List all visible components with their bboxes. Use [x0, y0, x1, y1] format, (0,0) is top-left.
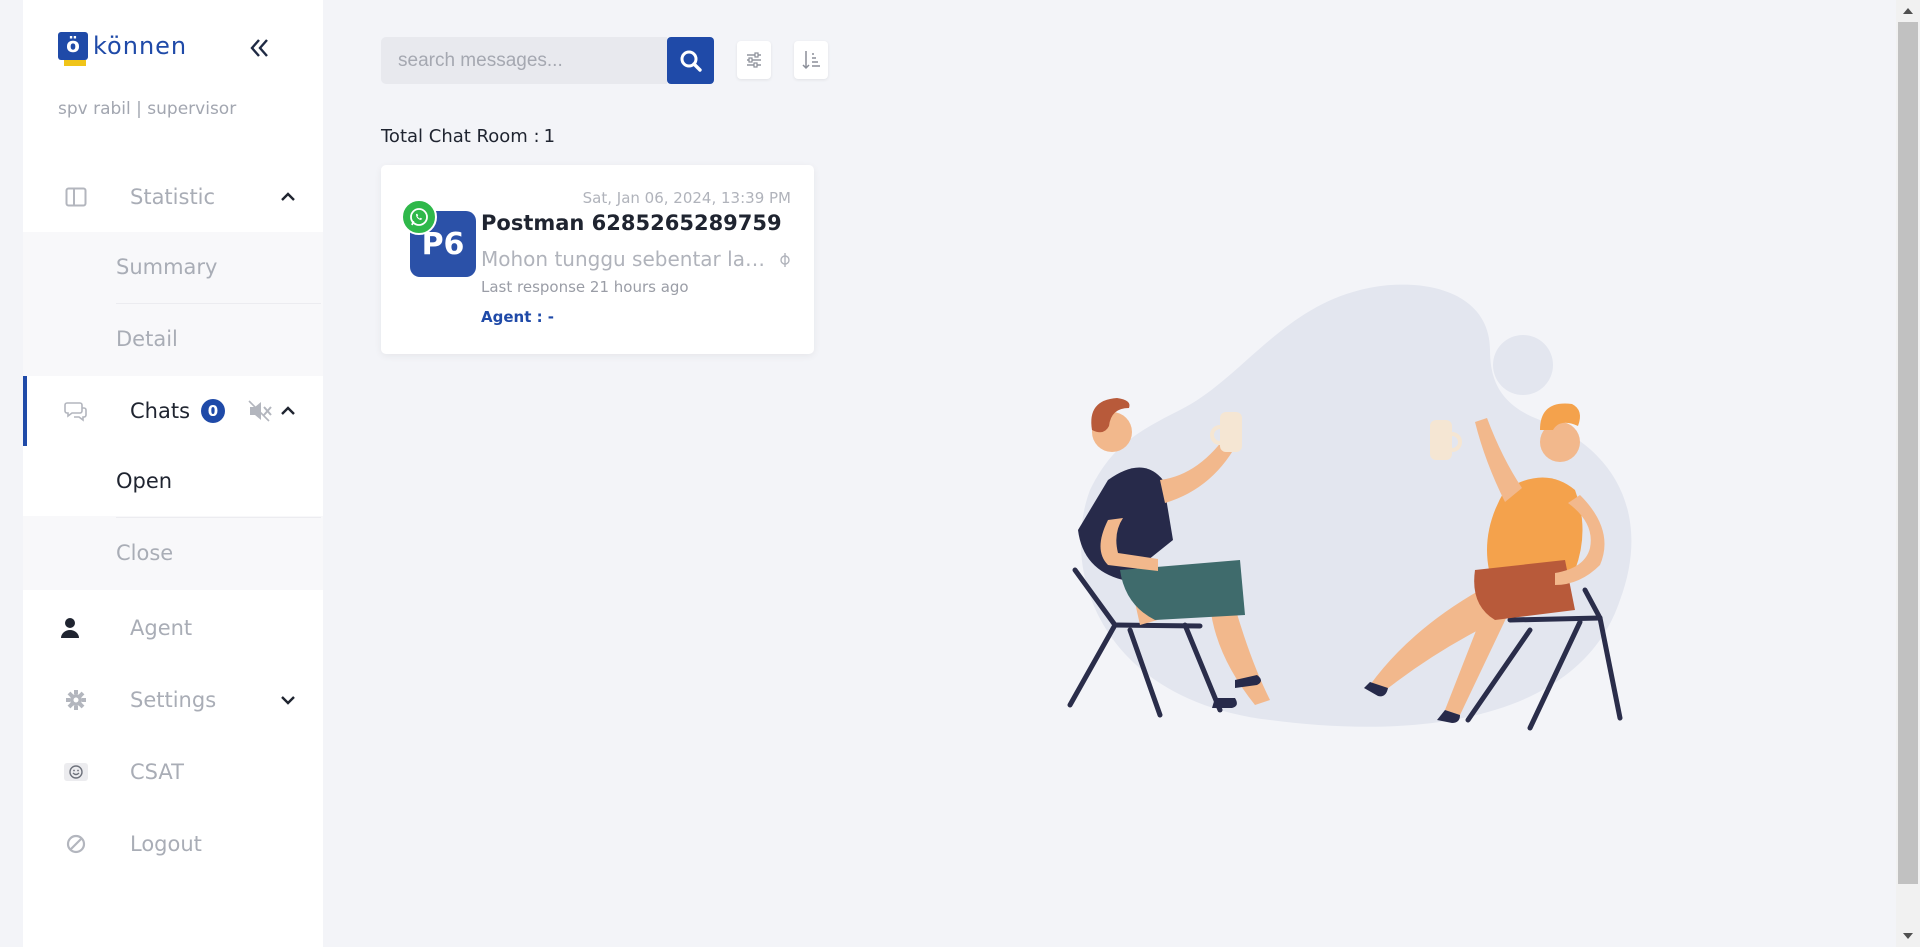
search-icon: [680, 50, 702, 72]
collapse-sidebar-button[interactable]: [239, 30, 279, 66]
sort-button[interactable]: [794, 41, 828, 79]
nav-settings[interactable]: Settings: [23, 665, 323, 735]
chevron-up-icon[interactable]: [278, 187, 298, 207]
volume-mute-icon[interactable]: [247, 398, 273, 424]
chat-timestamp: Sat, Jan 06, 2024, 13:39 PM: [582, 189, 791, 207]
nav-chats[interactable]: Chats 0: [23, 376, 323, 446]
chat-room-card[interactable]: Sat, Jan 06, 2024, 13:39 PM P6 Postman 6…: [381, 165, 814, 354]
brand-name: können: [93, 32, 188, 60]
total-label-text: Total Chat Room :: [381, 126, 540, 147]
sliders-icon: [747, 52, 761, 68]
sidebar: ö können spv rabil | supervisor Statisti…: [23, 0, 323, 947]
nav-statistic-label: Statistic: [130, 185, 216, 209]
chat-bubbles-icon: [63, 398, 89, 424]
statistic-submenu: Summary Detail: [23, 232, 323, 376]
user-icon: [57, 615, 83, 641]
contact-name: Postman 6285265289759: [481, 211, 782, 235]
gear-icon: [63, 687, 89, 713]
nav-detail[interactable]: Detail: [23, 304, 323, 374]
nav-statistic[interactable]: Statistic: [23, 162, 323, 232]
filter-button[interactable]: [737, 41, 771, 79]
nav-open[interactable]: Open: [23, 446, 323, 516]
scrollbar-thumb[interactable]: [1898, 22, 1918, 884]
nav-summary[interactable]: Summary: [23, 232, 323, 302]
nav-logout-label: Logout: [130, 832, 202, 856]
last-response-time: Last response 21 hours ago: [481, 278, 689, 296]
nav-summary-label: Summary: [116, 255, 218, 279]
assigned-agent: Agent : -: [481, 308, 555, 326]
nav-agent[interactable]: Agent: [23, 593, 323, 663]
search-button[interactable]: [667, 37, 714, 84]
left-gutter: [0, 0, 23, 947]
nav-logout[interactable]: Logout: [23, 809, 323, 879]
nav-settings-label: Settings: [130, 688, 217, 712]
sort-descending-icon: [802, 51, 820, 70]
triangle-down-icon: [1903, 933, 1913, 939]
columns-icon: [63, 184, 89, 210]
empty-state-illustration: [1067, 284, 1632, 731]
ban-icon: [63, 831, 89, 857]
nav-csat[interactable]: CSAT: [23, 737, 323, 807]
chats-count-badge: 0: [201, 399, 225, 423]
whatsapp-icon: [401, 199, 437, 235]
nav-csat-label: CSAT: [130, 760, 184, 784]
total-count: 1: [543, 126, 556, 147]
nav-close-label: Close: [116, 541, 174, 565]
last-message-preview: Mohon tunggu sebentar lagi...: [481, 247, 771, 271]
search-input[interactable]: [381, 37, 667, 84]
chevron-up-icon[interactable]: [278, 401, 298, 421]
user-role-label: spv rabil | supervisor: [58, 99, 237, 119]
nav-open-label: Open: [116, 469, 173, 493]
total-chat-room-label: Total Chat Room :1: [381, 126, 555, 147]
smiley-icon: [63, 759, 89, 785]
triangle-up-icon: [1903, 8, 1913, 14]
nav-agent-label: Agent: [130, 616, 193, 640]
pin-icon[interactable]: [776, 250, 794, 270]
chats-submenu: Open Close: [23, 446, 323, 590]
scroll-down-button[interactable]: [1896, 925, 1920, 947]
chevron-down-icon[interactable]: [278, 690, 298, 710]
logo-mark: ö: [58, 32, 88, 66]
scroll-up-button[interactable]: [1896, 0, 1920, 22]
nav-detail-label: Detail: [116, 327, 178, 351]
brand-logo[interactable]: ö können: [58, 30, 188, 66]
nav-close[interactable]: Close: [23, 518, 323, 588]
double-chevron-left-icon: [250, 39, 268, 57]
nav-chats-label: Chats: [130, 399, 191, 423]
